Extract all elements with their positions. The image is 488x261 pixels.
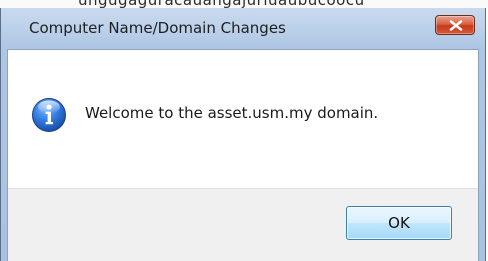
close-icon bbox=[449, 20, 463, 31]
close-button[interactable] bbox=[435, 15, 475, 35]
window-title: Computer Name/Domain Changes bbox=[29, 19, 286, 37]
message-area: Welcome to the asset.usm.my domain. bbox=[8, 50, 478, 188]
button-bar: OK bbox=[8, 188, 478, 261]
dialog-client-area: Welcome to the asset.usm.my domain. OK bbox=[7, 49, 479, 261]
cropped-background-text: ungugaguracauangajuriuaubucoocu bbox=[0, 0, 488, 8]
ok-button[interactable]: OK bbox=[346, 206, 452, 240]
title-bar[interactable]: Computer Name/Domain Changes bbox=[1, 8, 485, 48]
message-text: Welcome to the asset.usm.my domain. bbox=[85, 104, 379, 122]
info-icon bbox=[32, 98, 66, 132]
dialog-window: Computer Name/Domain Changes Welcome to … bbox=[0, 8, 486, 261]
